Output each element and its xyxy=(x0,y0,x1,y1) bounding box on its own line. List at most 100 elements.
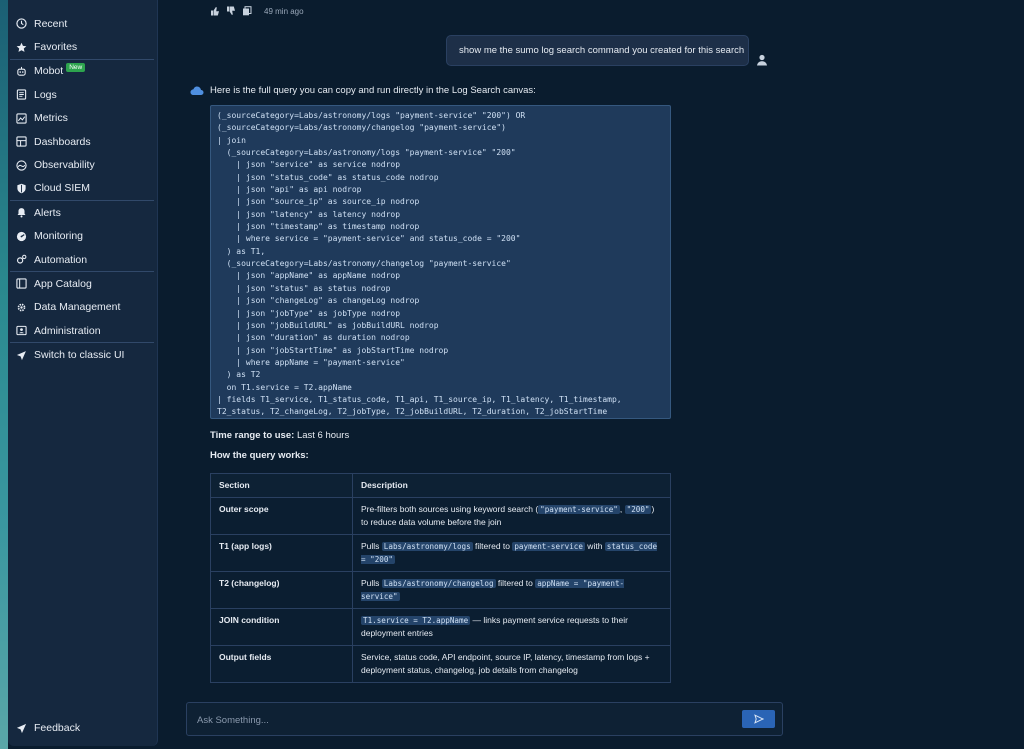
query-code-block[interactable]: (_sourceCategory=Labs/astronomy/logs "pa… xyxy=(210,105,671,419)
description-text: Service, status code, API endpoint, sour… xyxy=(361,652,650,675)
inline-code: "payment-service" xyxy=(538,505,620,514)
sidebar-feedback-area: Feedback xyxy=(8,717,158,740)
desktop-wallpaper-strip xyxy=(0,0,8,749)
robot-icon xyxy=(16,66,27,77)
sidebar-item-label: Recent xyxy=(34,17,68,30)
catalog-icon xyxy=(16,278,27,290)
mobot-cloud-icon xyxy=(190,86,204,95)
sidebar-item-cloud-siem[interactable]: Cloud SIEM xyxy=(8,177,158,200)
feedback-button[interactable]: Feedback xyxy=(8,717,158,740)
thumbs-up-icon[interactable] xyxy=(210,6,220,16)
feedback-label: Feedback xyxy=(34,722,81,735)
sidebar-item-app-catalog[interactable]: App Catalog xyxy=(8,272,158,295)
description-text: Pre-filters both sources using keyword s… xyxy=(361,504,539,514)
rocket-icon xyxy=(16,350,27,361)
send-button[interactable] xyxy=(742,710,775,728)
table-body: Outer scope Pre-filters both sources usin… xyxy=(210,497,671,683)
inline-code: "200" xyxy=(624,505,652,514)
logs-icon xyxy=(16,89,27,100)
sidebar-item-metrics[interactable]: Metrics xyxy=(8,107,158,130)
sidebar-item-mobot[interactable]: Mobot New xyxy=(8,60,158,83)
table-header-section: Section xyxy=(210,473,353,498)
sidebar-item-label: Favorites xyxy=(34,41,78,54)
sidebar-item-logs[interactable]: Logs xyxy=(8,83,158,106)
new-badge: New xyxy=(66,62,86,72)
shield-icon xyxy=(16,183,27,194)
table-cell-description: T1.service = T2.appName — links payment … xyxy=(352,608,671,646)
sidebar: Recent Favorites Mobot New Logs Metrics … xyxy=(8,0,158,746)
table-row: Outer scope Pre-filters both sources usin… xyxy=(210,497,671,535)
ask-input[interactable] xyxy=(197,711,727,729)
table-cell-section: T2 (changelog) xyxy=(210,571,353,609)
sidebar-item-label: Dashboards xyxy=(34,135,91,148)
table-cell-section: JOIN condition xyxy=(210,608,353,646)
dashboard-icon xyxy=(16,136,27,147)
user-message-text: show me the sumo log search command you … xyxy=(459,45,745,56)
table-row: Output fields Service, status code, API e… xyxy=(210,645,671,683)
table-cell-description: Pulls Labs/astronomy/logs filtered to pa… xyxy=(352,534,671,572)
sidebar-item-label: Automation xyxy=(34,253,88,266)
sidebar-item-recent[interactable]: Recent xyxy=(8,12,158,35)
sidebar-item-automation[interactable]: Automation xyxy=(8,248,158,271)
inline-code: Labs/astronomy/logs xyxy=(381,542,473,551)
sidebar-item-label: Administration xyxy=(34,324,101,337)
sidebar-item-label: Observability xyxy=(34,159,95,172)
sidebar-item-data-management[interactable]: Data Management xyxy=(8,296,158,319)
table-cell-section: Outer scope xyxy=(210,497,353,535)
user-avatar-icon xyxy=(757,54,767,66)
table-cell-description: Service, status code, API endpoint, sour… xyxy=(352,645,671,683)
send-icon xyxy=(16,723,27,734)
sidebar-item-label: Alerts xyxy=(34,206,61,219)
sidebar-item-label: Logs xyxy=(34,88,57,101)
time-range-value: Last 6 hours xyxy=(296,430,350,441)
description-text: filtered to xyxy=(472,541,513,551)
inline-code: T1.service = T2.appName xyxy=(361,616,471,625)
query-explanation-table: Section Description Outer scope Pre-filte… xyxy=(210,473,671,683)
ask-input-container xyxy=(186,702,783,736)
sidebar-item-observability[interactable]: Observability xyxy=(8,153,158,176)
sidebar-item-dashboards[interactable]: Dashboards xyxy=(8,130,158,153)
monitor-icon xyxy=(16,231,27,242)
description-text: with xyxy=(584,541,605,551)
sidebar-item-label: Mobot xyxy=(34,65,64,78)
sidebar-item-alerts[interactable]: Alerts xyxy=(8,201,158,224)
inline-code: Labs/astronomy/changelog xyxy=(381,579,496,588)
time-range-line: Time range to use: Last 6 hours xyxy=(210,430,349,441)
sidebar-item-switch-classic[interactable]: Switch to classic UI xyxy=(8,343,158,366)
copy-icon[interactable] xyxy=(242,6,252,16)
user-message-bubble: show me the sumo log search command you … xyxy=(446,35,749,66)
table-cell-description: Pre-filters both sources using keyword s… xyxy=(352,497,671,535)
admin-icon xyxy=(16,325,27,336)
description-text: , xyxy=(619,504,625,514)
bot-intro-text: Here is the full query you can copy and … xyxy=(210,85,536,96)
table-header-description: Description xyxy=(352,473,671,498)
gears-icon xyxy=(16,254,27,265)
table-row: JOIN condition T1.service = T2.appName — … xyxy=(210,608,671,646)
sidebar-nav: Recent Favorites Mobot New Logs Metrics … xyxy=(8,6,158,367)
sidebar-item-favorites[interactable]: Favorites xyxy=(8,35,158,58)
gear-icon xyxy=(16,302,27,313)
description-text: Pulls xyxy=(361,578,382,588)
observability-icon xyxy=(16,159,27,171)
sidebar-item-label: Data Management xyxy=(34,301,121,314)
message-actions: 49 min ago xyxy=(210,6,304,16)
thumbs-down-icon[interactable] xyxy=(226,6,236,16)
clock-icon xyxy=(16,18,27,29)
sidebar-item-monitoring[interactable]: Monitoring xyxy=(8,225,158,248)
table-cell-section: T1 (app logs) xyxy=(210,534,353,572)
sidebar-item-label: Switch to classic UI xyxy=(34,349,125,362)
description-text: filtered to xyxy=(495,578,536,588)
metrics-icon xyxy=(16,113,27,124)
bell-icon xyxy=(16,207,27,218)
description-text: Pulls xyxy=(361,541,382,551)
sidebar-item-label: Monitoring xyxy=(34,230,84,243)
time-range-label: Time range to use: xyxy=(210,430,295,441)
table-row: T1 (app logs) Pulls Labs/astronomy/logs f… xyxy=(210,534,671,572)
sidebar-item-administration[interactable]: Administration xyxy=(8,319,158,342)
table-cell-section: Output fields xyxy=(210,645,353,683)
send-icon xyxy=(753,714,764,724)
message-timestamp: 49 min ago xyxy=(264,6,304,16)
inline-code: payment-service xyxy=(512,542,585,551)
table-cell-description: Pulls Labs/astronomy/changelog filtered … xyxy=(352,571,671,609)
table-row: T2 (changelog) Pulls Labs/astronomy/chang… xyxy=(210,571,671,609)
